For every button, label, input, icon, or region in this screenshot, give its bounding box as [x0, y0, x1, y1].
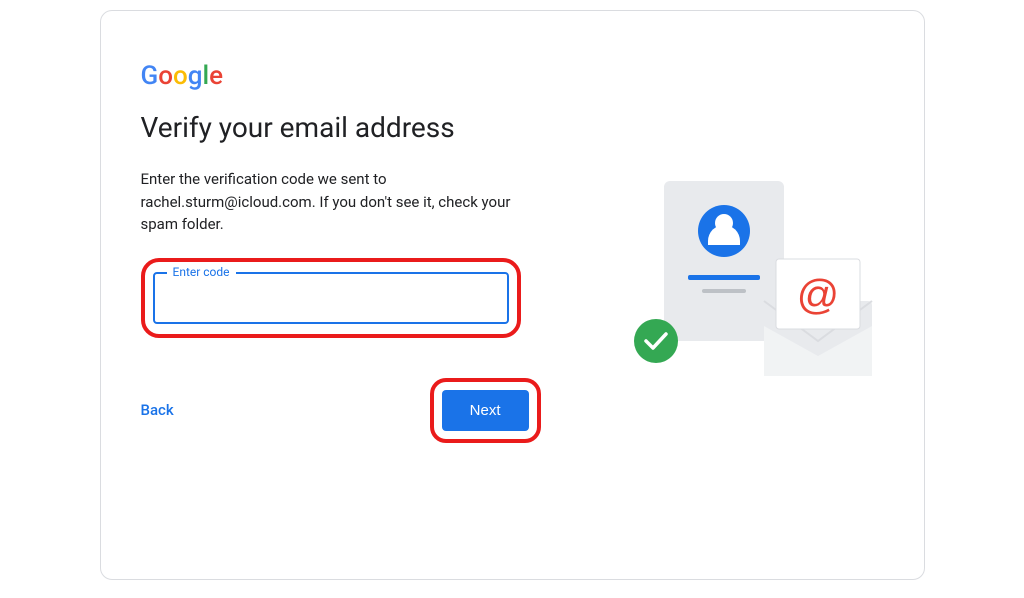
google-logo: Google	[141, 61, 521, 91]
code-input[interactable]	[171, 290, 491, 308]
description-text: Enter the verification code we sent to r…	[141, 168, 511, 236]
logo-letter: g	[188, 61, 203, 91]
back-button[interactable]: Back	[141, 401, 174, 419]
next-button[interactable]: Next	[442, 390, 529, 431]
left-section: Google Verify your email address Enter t…	[141, 61, 541, 539]
verification-illustration: @	[614, 181, 884, 411]
logo-letter: o	[173, 61, 188, 91]
code-input-highlight: Enter code	[141, 258, 521, 338]
logo-letter: G	[141, 61, 159, 91]
logo-letter: o	[158, 61, 173, 91]
code-input-container[interactable]: Enter code	[153, 272, 509, 324]
button-row: Back Next	[141, 378, 541, 443]
next-button-highlight: Next	[430, 378, 541, 443]
signup-card: Google Verify your email address Enter t…	[100, 10, 925, 580]
page-title: Verify your email address	[141, 111, 521, 144]
svg-text:@: @	[796, 271, 839, 318]
code-input-label: Enter code	[167, 265, 236, 279]
logo-letter: e	[209, 61, 223, 91]
